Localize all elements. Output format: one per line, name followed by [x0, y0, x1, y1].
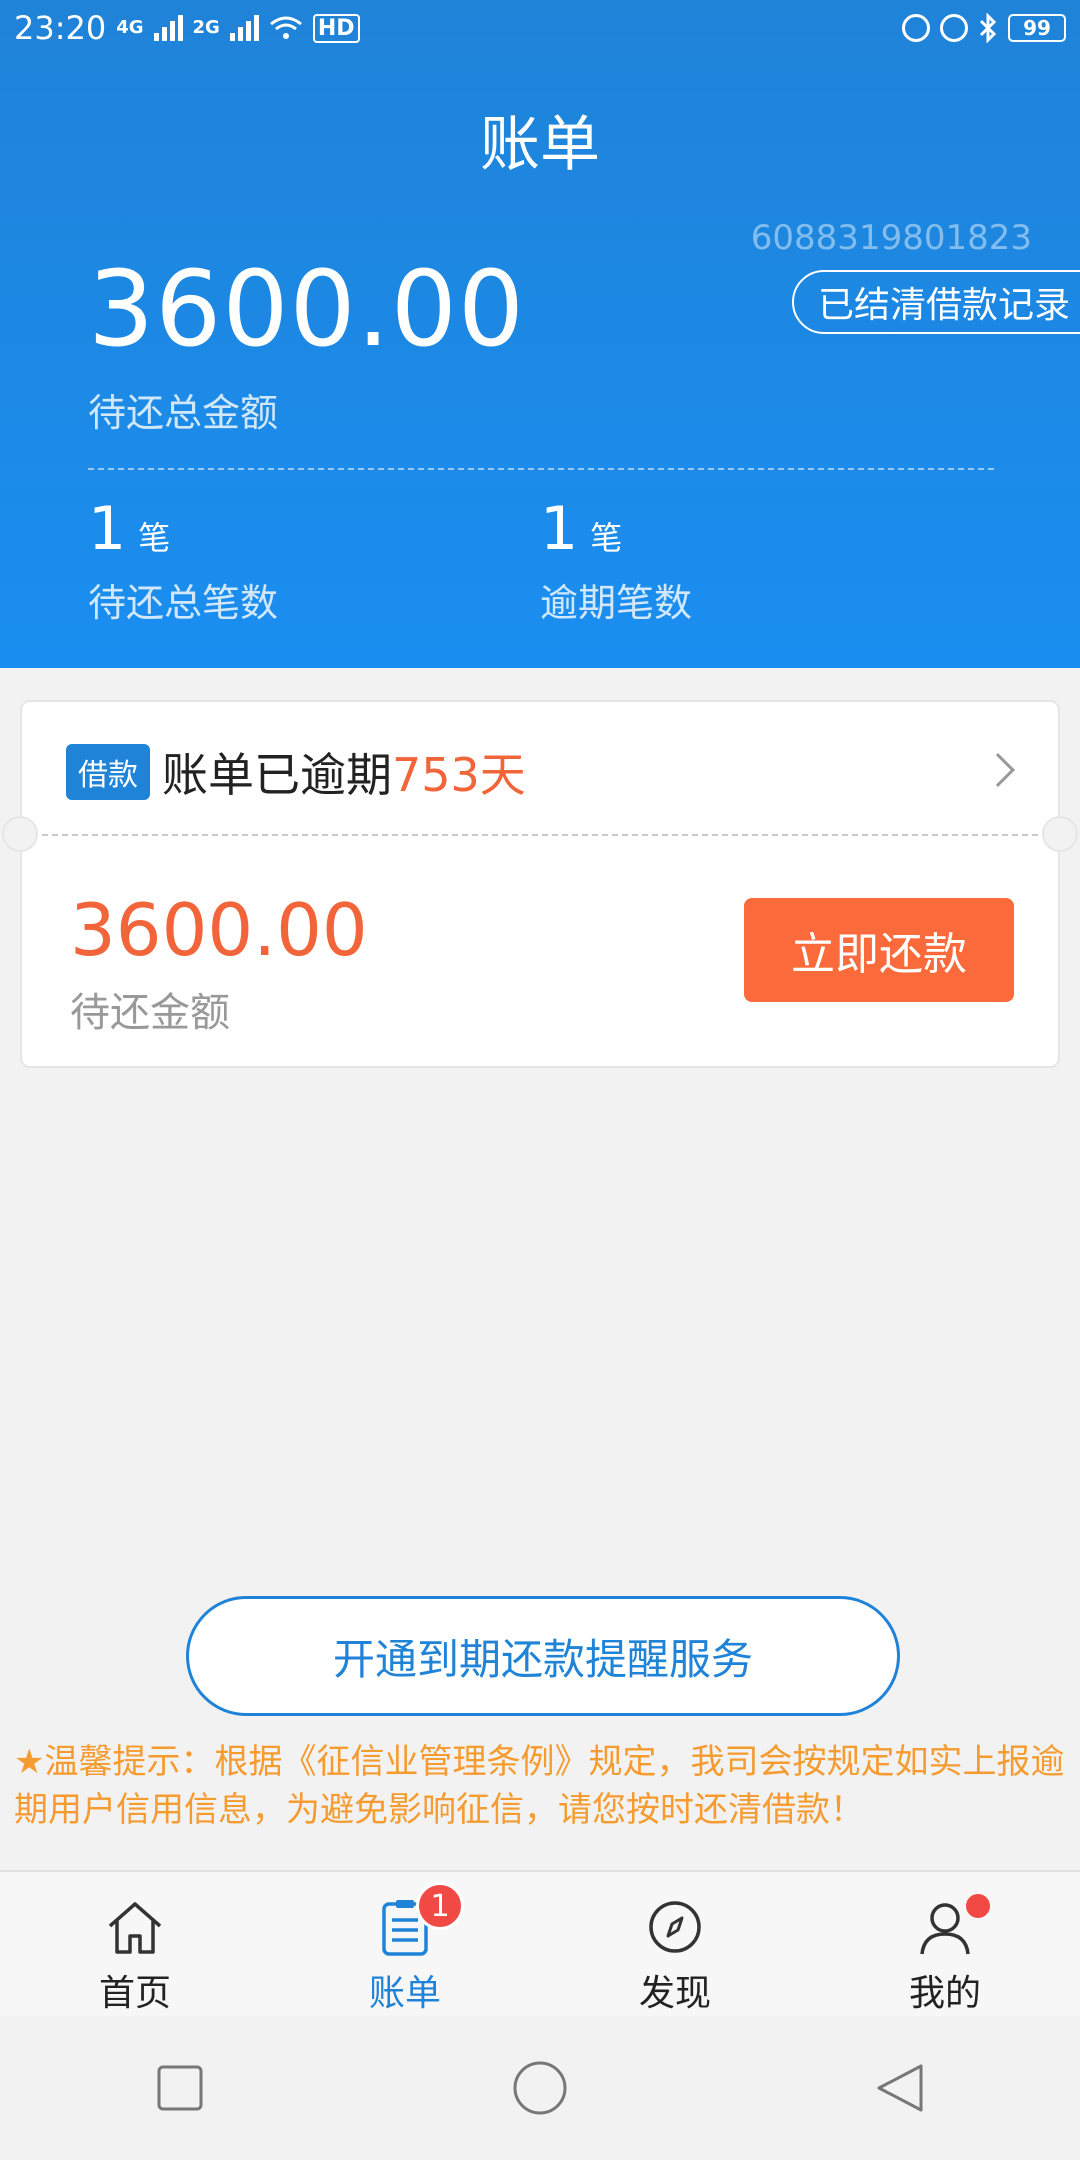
- pending-count-stat: 1笔 待还总笔数: [88, 494, 278, 627]
- total-amount: 3600.00: [88, 248, 526, 370]
- bluetooth-icon: [979, 13, 997, 43]
- signal-icon: [229, 15, 259, 41]
- bill-card[interactable]: 借款 账单已逾期753天 3600.00 待还金额 立即还款: [2, 700, 1078, 1068]
- hd-label: HD: [312, 13, 360, 43]
- status-time: 23:20: [14, 9, 107, 47]
- tab-bill[interactable]: 账单 1: [270, 1872, 540, 2016]
- lock-rotation-icon: [902, 14, 930, 42]
- overdue-count-stat: 1笔 逾期笔数: [540, 494, 692, 627]
- bottom-tab-bar: 首页 账单 1 发现 我的: [0, 1870, 1080, 2016]
- loan-tag: 借款: [66, 744, 150, 800]
- recent-apps-button[interactable]: [140, 2048, 220, 2128]
- bill-amount-label: 待还金额: [70, 990, 230, 1036]
- stat-label: 待还总笔数: [88, 581, 279, 625]
- bill-card-header[interactable]: 借款 账单已逾期753天: [66, 740, 1018, 804]
- tab-label: 发现: [638, 1973, 711, 2014]
- divider: [88, 468, 994, 470]
- back-button[interactable]: [860, 2048, 940, 2128]
- account-number: 6088319801823: [750, 218, 1032, 258]
- card-notch: [1042, 816, 1078, 852]
- tab-label: 账单: [368, 1973, 441, 2014]
- status-bar: 23:20 4G 2G HD 99: [0, 0, 1080, 56]
- warm-tip-text: ★温馨提示：根据《征信业管理条例》规定，我司会按规定如实上报逾期用户信用信息，为…: [14, 1742, 1065, 1830]
- alarm-icon: [940, 14, 968, 42]
- notification-dot: [966, 1894, 990, 1918]
- tab-mine[interactable]: 我的: [810, 1872, 1080, 2016]
- system-nav-bar: [0, 2016, 1080, 2160]
- tab-label: 首页: [98, 1973, 171, 2014]
- tab-discover[interactable]: 发现: [540, 1872, 810, 2016]
- home-button[interactable]: [500, 2048, 580, 2128]
- stat-count: 1: [88, 494, 127, 564]
- chevron-right-icon: [981, 753, 1015, 787]
- bill-amount: 3600.00: [70, 888, 368, 972]
- battery-icon: 99: [1008, 14, 1066, 42]
- wifi-icon: [269, 16, 302, 39]
- stat-label: 逾期笔数: [540, 581, 693, 625]
- stat-count: 1: [540, 494, 579, 564]
- tab-label: 我的: [908, 1973, 981, 2014]
- page-title: 账单: [480, 110, 600, 180]
- card-notch: [2, 816, 38, 852]
- network-4g-label: 4G: [116, 17, 144, 38]
- stat-unit: 笔: [138, 519, 171, 557]
- repay-now-button[interactable]: 立即还款: [744, 898, 1014, 1002]
- total-amount-label: 待还总金额: [88, 391, 279, 435]
- stat-unit: 笔: [590, 519, 623, 557]
- notification-badge: 1: [416, 1882, 464, 1930]
- enable-reminder-button[interactable]: 开通到期还款提醒服务: [186, 1596, 900, 1716]
- network-2g-label: 2G: [192, 17, 220, 38]
- tab-home[interactable]: 首页: [0, 1872, 270, 2016]
- bill-status-text: 账单已逾期753天: [162, 739, 526, 805]
- circle-icon: [513, 2061, 567, 2115]
- square-icon: [157, 2065, 203, 2111]
- header: 23:20 4G 2G HD 99 账单 6088319801823 已结清借款…: [0, 0, 1080, 668]
- signal-icon: [153, 15, 183, 41]
- triangle-back-icon: [877, 2064, 923, 2112]
- overdue-days: 753天: [392, 748, 526, 802]
- card-divider: [42, 834, 1038, 836]
- compass-icon: [642, 1894, 708, 1960]
- bill-status-prefix: 账单已逾期: [162, 748, 392, 802]
- settled-loans-history-button[interactable]: 已结清借款记录: [792, 270, 1080, 334]
- home-icon: [102, 1894, 168, 1960]
